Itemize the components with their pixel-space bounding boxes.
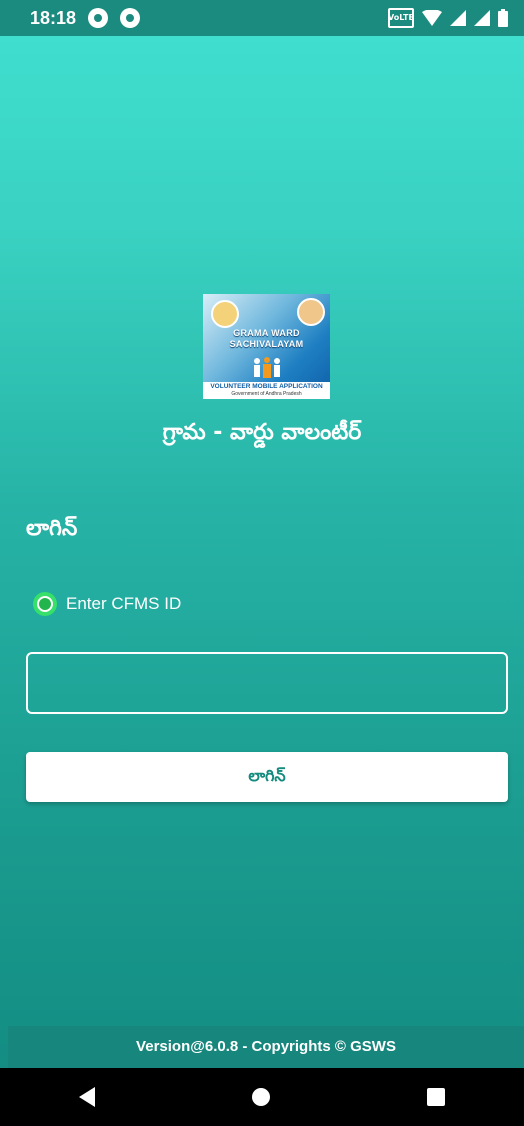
wifi-icon [422, 10, 442, 26]
status-bar: 18:18 VoLTE [0, 0, 524, 36]
status-left: 18:18 [30, 7, 141, 29]
cfms-radio-option[interactable]: Enter CFMS ID [33, 592, 181, 616]
logo-title-line1: GRAMA WARD [233, 328, 300, 338]
signal-icon [474, 10, 490, 26]
version-footer: Version@6.0.8 - Copyrights © GSWS [8, 1026, 524, 1068]
radio-label: Enter CFMS ID [66, 594, 182, 613]
notification-icon [120, 8, 141, 28]
radio-button-selected[interactable] [33, 592, 57, 616]
status-right: VoLTE [388, 8, 508, 28]
login-screen: 18:18 VoLTE GRAMA WARD SACHIVALAYAM VOLU… [0, 0, 524, 1126]
status-time: 18:18 [30, 7, 77, 28]
back-icon[interactable] [78, 1087, 95, 1107]
cfms-id-input[interactable] [26, 652, 508, 714]
logo-footer: VOLUNTEER MOBILE APPLICATION Government … [203, 382, 330, 399]
notification-icon [88, 8, 109, 28]
app-title: గ్రామ - వార్డు వాలంటీర్ [162, 420, 362, 445]
login-button[interactable]: లాగిన్ [26, 752, 508, 802]
ap-emblem-icon [211, 300, 239, 328]
login-heading: లాగిన్ [26, 516, 78, 541]
home-icon[interactable] [251, 1088, 270, 1106]
logo-footer-line1: VOLUNTEER MOBILE APPLICATION [210, 383, 323, 390]
logo-footer-line2: Government of Andhra Pradesh [231, 391, 302, 397]
battery-icon [498, 9, 508, 27]
cm-portrait-icon [297, 298, 325, 326]
volte-icon: VoLTE [388, 8, 414, 28]
system-nav-bar [0, 1068, 524, 1126]
app-logo: GRAMA WARD SACHIVALAYAM VOLUNTEER MOBILE… [203, 294, 330, 399]
volunteers-icon [254, 357, 280, 378]
recents-icon[interactable] [427, 1088, 446, 1106]
signal-icon [450, 10, 466, 26]
logo-title-line2: SACHIVALAYAM [229, 339, 304, 349]
